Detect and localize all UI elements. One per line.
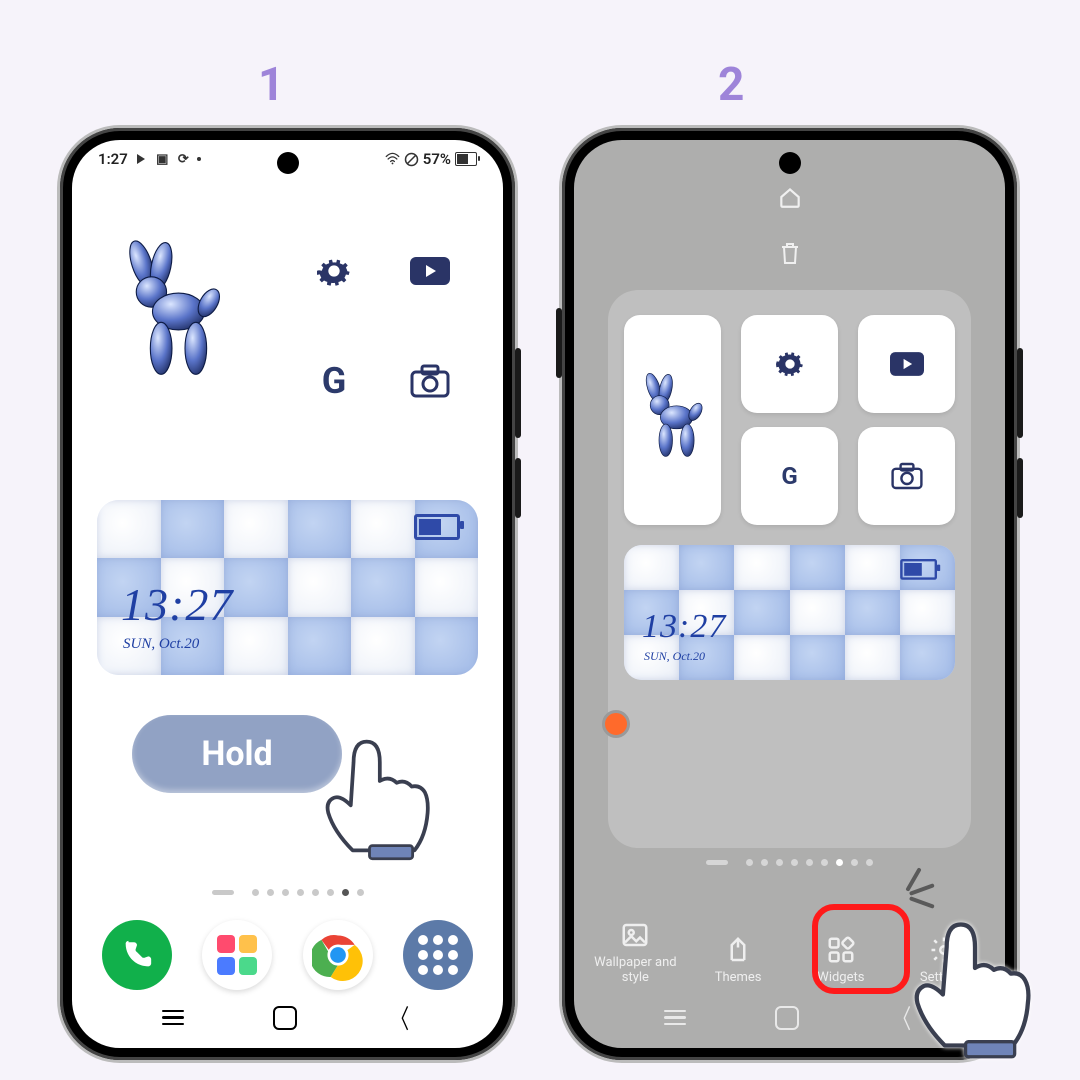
page-indicator[interactable] xyxy=(574,859,1005,866)
status-bar: 1:27 ▣ ⟳ 57% xyxy=(98,150,477,168)
page-dot xyxy=(851,859,858,866)
wifi-icon xyxy=(385,152,400,167)
widget-time: 13:27 xyxy=(642,608,726,646)
back-button[interactable]: 〈 xyxy=(391,999,409,1036)
battery-icon xyxy=(455,152,477,166)
power-button xyxy=(1017,458,1023,518)
page-dot xyxy=(821,859,828,866)
gallery-status-icon: ▣ xyxy=(155,152,170,167)
page-indicator[interactable] xyxy=(72,889,503,896)
page-dot xyxy=(761,859,768,866)
page-dot xyxy=(297,889,304,896)
widget-battery-icon xyxy=(414,514,460,540)
themes-label: Themes xyxy=(715,971,762,986)
remove-page-button[interactable] xyxy=(778,240,802,270)
page-dot xyxy=(327,889,334,896)
page-dot-active xyxy=(836,859,843,866)
wallpaper-button[interactable]: Wallpaper and style xyxy=(590,920,680,986)
page-dot xyxy=(267,889,274,896)
power-button xyxy=(515,458,521,518)
phone-app[interactable] xyxy=(102,920,172,990)
page-dot xyxy=(282,889,289,896)
google-tile[interactable]: G xyxy=(741,427,838,525)
phone-screen-1[interactable]: 1:27 ▣ ⟳ 57% xyxy=(72,140,503,1048)
home-icons-preview: G xyxy=(624,315,955,525)
step-number-1: 1 xyxy=(258,58,284,112)
phone-mockup-1: 1:27 ▣ ⟳ 57% xyxy=(60,128,515,1060)
recents-button[interactable] xyxy=(162,1006,184,1030)
tap-hand-icon xyxy=(890,900,1060,1070)
balloon-dog-tile[interactable] xyxy=(624,315,721,525)
default-home-button[interactable] xyxy=(777,184,803,214)
more-notifications-dot xyxy=(197,157,201,161)
sync-icon: ⟳ xyxy=(176,152,191,167)
panel-indicator xyxy=(212,890,226,895)
widget-time: 13:27 xyxy=(121,578,233,631)
hold-label: Hold xyxy=(201,734,272,774)
volume-button xyxy=(515,348,521,438)
notification-badge xyxy=(602,710,630,738)
side-button-left xyxy=(556,308,562,378)
navigation-bar: 〈 xyxy=(72,999,503,1036)
recents-button[interactable] xyxy=(664,1006,686,1030)
wallpaper-label: Wallpaper and style xyxy=(590,956,680,986)
balloon-dog-widget[interactable] xyxy=(107,240,237,390)
page-dot xyxy=(252,889,259,896)
video-app-icon[interactable] xyxy=(409,250,451,292)
settings-app-icon[interactable] xyxy=(313,250,355,292)
page-dot xyxy=(746,859,753,866)
home-grid[interactable]: G xyxy=(97,220,478,480)
step-number-2: 2 xyxy=(718,58,744,112)
page-dot xyxy=(791,859,798,866)
camera-app-icon[interactable] xyxy=(409,360,451,402)
camera-tile[interactable] xyxy=(858,427,955,525)
clock-widget[interactable]: 13:27 SUN, Oct.20 xyxy=(97,500,478,675)
widgetsmith-app[interactable] xyxy=(202,920,272,990)
page-dot xyxy=(357,889,364,896)
settings-tile[interactable] xyxy=(741,315,838,413)
volume-button xyxy=(1017,348,1023,438)
page-dot xyxy=(312,889,319,896)
page-dot xyxy=(866,859,873,866)
playstore-icon xyxy=(134,152,149,167)
status-time: 1:27 xyxy=(98,150,128,168)
camera-notch xyxy=(779,152,801,174)
clock-widget-preview[interactable]: 13:27 SUN, Oct.20 xyxy=(624,545,955,680)
chrome-app[interactable] xyxy=(303,920,373,990)
home-button[interactable] xyxy=(775,1006,799,1030)
battery-percent-label: 57% xyxy=(423,150,451,168)
tap-hand-icon xyxy=(302,720,452,870)
page-dot xyxy=(806,859,813,866)
app-drawer-button[interactable] xyxy=(403,920,473,990)
dock xyxy=(72,920,503,990)
panel-indicator xyxy=(706,860,720,865)
themes-button[interactable]: Themes xyxy=(693,935,783,986)
video-tile[interactable] xyxy=(858,315,955,413)
widget-battery-icon xyxy=(900,559,937,580)
no-sim-icon xyxy=(404,152,419,167)
page-dot-active xyxy=(342,889,349,896)
page-dot xyxy=(776,859,783,866)
widget-date: SUN, Oct.20 xyxy=(644,649,705,664)
widget-date: SUN, Oct.20 xyxy=(123,636,199,653)
home-button[interactable] xyxy=(273,1006,297,1030)
google-app-icon[interactable]: G xyxy=(313,360,355,402)
